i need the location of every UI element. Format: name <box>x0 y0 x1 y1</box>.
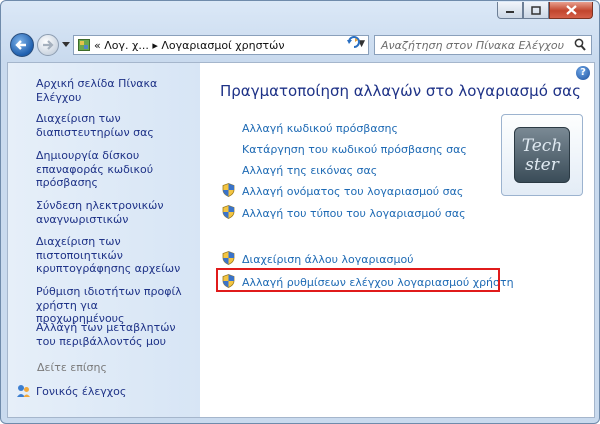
sidebar-item-environment-variables[interactable]: Αλλαγή των μεταβλητών του περιβάλλοντός … <box>36 321 198 348</box>
breadcrumb-parent[interactable]: Λογ. χ... <box>104 39 149 52</box>
forward-button[interactable] <box>37 34 59 56</box>
breadcrumb: « Λογ. χ... ▸ Λογαριασμοί χρηστών <box>94 39 285 52</box>
maximize-icon <box>531 5 541 15</box>
task-pane: Αρχική σελίδα Πίνακα Ελέγχου Διαχείριση … <box>8 63 200 417</box>
content-area: Αρχική σελίδα Πίνακα Ελέγχου Διαχείριση … <box>7 62 595 418</box>
sidebar-item-password-reset-disk[interactable]: Δημιουργία δίσκου επαναφοράς κωδικού πρό… <box>36 149 176 190</box>
search-placeholder[interactable]: Αναζήτηση στον Πίνακα Ελέγχου <box>381 39 564 52</box>
sidebar-item-parental-controls[interactable]: Γονικός έλεγχος <box>36 385 186 399</box>
breadcrumb-separator[interactable]: ▸ <box>152 39 158 52</box>
search-icon[interactable] <box>574 38 587 52</box>
close-button[interactable] <box>549 2 593 19</box>
title-bar <box>1 1 599 29</box>
parental-controls-icon <box>17 385 30 397</box>
recent-pages-chevron-down-icon[interactable] <box>62 42 70 47</box>
refresh-icon[interactable] <box>346 34 362 55</box>
manage-another-account-link[interactable]: Διαχείριση άλλου λογαριασμού <box>242 253 414 266</box>
search-box[interactable]: Αναζήτηση στον Πίνακα Ελέγχου <box>374 35 592 55</box>
caption-buttons <box>497 2 593 19</box>
remove-password-link[interactable]: Κατάργηση του κωδικού πρόσβασης σας <box>242 143 467 156</box>
back-arrow-icon <box>15 40 26 50</box>
change-account-type-link[interactable]: Αλλαγή του τύπου του λογαριασμού σας <box>242 207 466 220</box>
address-bar[interactable]: « Λογ. χ... ▸ Λογαριασμοί χρηστών ▼ <box>73 35 369 55</box>
change-picture-link[interactable]: Αλλαγή της εικόνας σας <box>242 164 377 177</box>
sidebar-item-control-panel-home[interactable]: Αρχική σελίδα Πίνακα Ελέγχου <box>36 77 196 104</box>
control-panel-icon <box>78 39 90 51</box>
close-icon <box>565 5 577 15</box>
user-avatar[interactable]: Tech ster <box>501 114 583 196</box>
avatar-logo-text-line2: ster <box>525 155 559 175</box>
breadcrumb-current[interactable]: Λογαριασμοί χρηστών <box>161 39 284 52</box>
back-button[interactable] <box>10 33 34 57</box>
sidebar-item-manage-credentials[interactable]: Διαχείριση των διαπιστευτηρίων σας <box>36 112 176 139</box>
uac-shield-icon <box>222 183 235 197</box>
uac-shield-icon <box>222 251 235 265</box>
uac-shield-icon <box>222 205 235 219</box>
page-title: Πραγματοποίηση αλλαγών στο λογαριασμό σα… <box>220 82 581 100</box>
breadcrumb-overflow[interactable]: « <box>94 39 101 52</box>
help-icon[interactable]: ? <box>576 66 590 80</box>
maximize-button[interactable] <box>523 2 549 19</box>
minimize-button[interactable] <box>497 2 523 19</box>
sidebar-item-link-online-ids[interactable]: Σύνδεση ηλεκτρονικών αναγνωριστικών <box>36 199 186 226</box>
sidebar-item-file-encryption-certificates[interactable]: Διαχείριση των πιστοποιητικών κρυπτογράφ… <box>36 235 186 276</box>
highlight-box <box>216 268 500 292</box>
navigation-bar: « Λογ. χ... ▸ Λογαριασμοί χρηστών ▼ Αναζ… <box>1 31 599 59</box>
forward-arrow-icon <box>43 40 54 50</box>
see-also-heading: Δείτε επίσης <box>37 361 107 374</box>
sidebar-item-advanced-profile-properties[interactable]: Ρύθμιση ιδιοτήτων προφίλ χρήστη για προχ… <box>36 285 186 326</box>
minimize-icon <box>506 11 514 13</box>
explorer-window: « Λογ. χ... ▸ Λογαριασμοί χρηστών ▼ Αναζ… <box>0 0 600 424</box>
change-account-name-link[interactable]: Αλλαγή ονόματος του λογαριασμού σας <box>242 185 463 198</box>
avatar-picture: Tech ster <box>514 127 570 183</box>
avatar-logo-text-line1: Tech <box>521 136 563 156</box>
change-password-link[interactable]: Αλλαγή κωδικού πρόσβασης <box>242 122 398 135</box>
